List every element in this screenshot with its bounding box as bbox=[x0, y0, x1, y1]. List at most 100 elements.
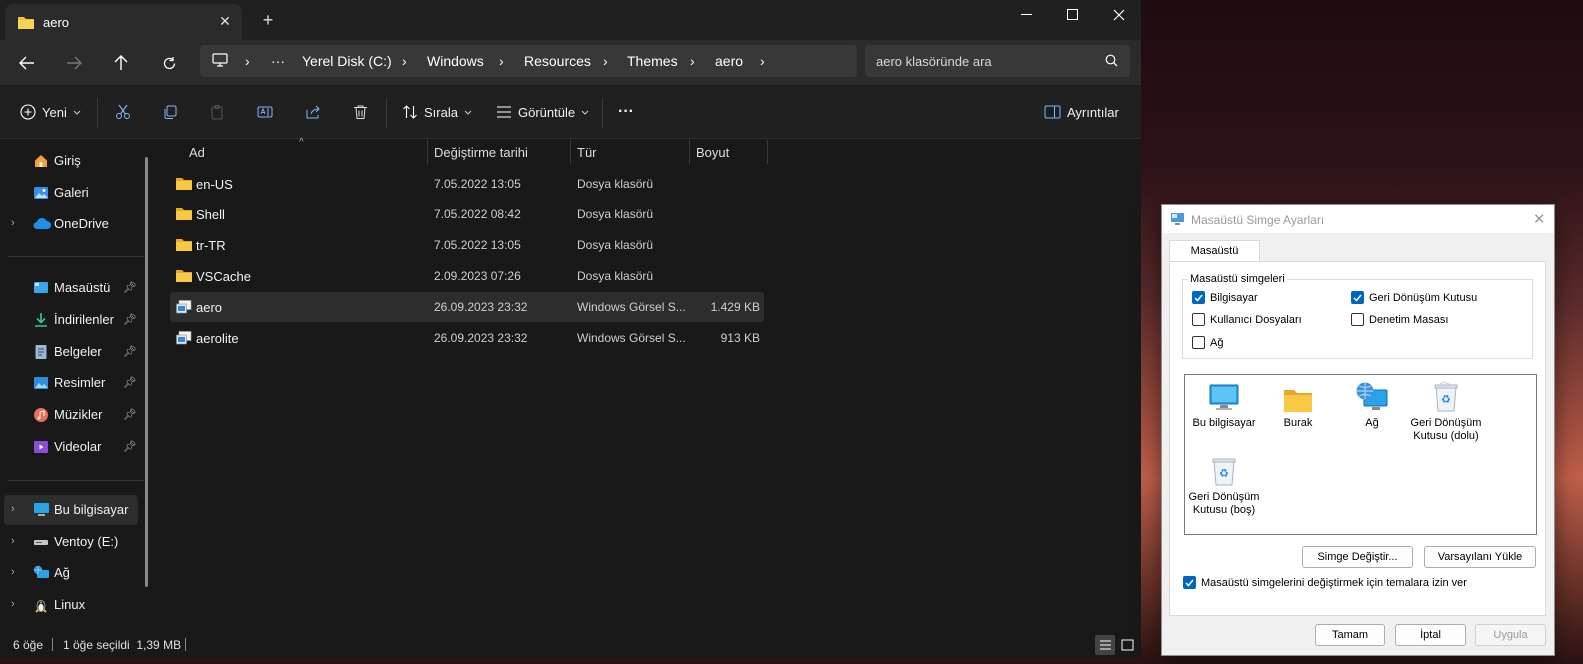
sidebar-item-music[interactable]: Müzikler 📌︎ bbox=[0, 400, 146, 430]
sidebar-item-desktop[interactable]: Masaüstü 📌︎ bbox=[0, 273, 146, 303]
icon-preview-list: Bu bilgisayar Burak Ağ ♻ Geri Dönüşüm Ku… bbox=[1184, 374, 1537, 535]
sidebar-item-onedrive[interactable]: › OneDrive bbox=[0, 209, 146, 239]
share-button[interactable] bbox=[305, 100, 321, 124]
file-row[interactable]: aerolite 26.09.2023 23:32 Windows Görsel… bbox=[170, 323, 764, 353]
sidebar-label: İndirilenler bbox=[54, 312, 114, 327]
sidebar-label: Belgeler bbox=[54, 344, 102, 359]
thumbnail-view-button[interactable] bbox=[1118, 635, 1136, 655]
sort-button[interactable]: Sırala bbox=[402, 100, 472, 124]
new-tab-button[interactable]: + bbox=[258, 10, 278, 30]
column-header-name[interactable]: Ad bbox=[189, 145, 205, 169]
back-button[interactable] bbox=[13, 50, 41, 76]
sidebar-item-pictures[interactable]: Resimler 📌︎ bbox=[0, 368, 146, 398]
file-name: en-US bbox=[196, 177, 233, 192]
details-pane-button[interactable]: Ayrıntılar bbox=[1044, 100, 1119, 124]
file-row[interactable]: en-US 7.05.2022 13:05 Dosya klasörü bbox=[170, 169, 764, 199]
chevron-right-icon[interactable]: › bbox=[11, 566, 15, 578]
column-divider[interactable] bbox=[570, 140, 571, 164]
icon-item-recycle-bin-full[interactable]: ♻ Geri Dönüşüm Kutusu (dolu) bbox=[1406, 379, 1486, 443]
sidebar-item-gallery[interactable]: Galeri bbox=[0, 178, 146, 208]
search-placeholder: aero klasöründe ara bbox=[876, 54, 992, 69]
minimize-button[interactable] bbox=[1004, 0, 1050, 30]
paste-button[interactable] bbox=[209, 100, 225, 124]
copy-button[interactable] bbox=[162, 100, 178, 124]
cancel-button[interactable]: İptal bbox=[1395, 624, 1466, 646]
sidebar-scrollbar[interactable] bbox=[145, 157, 148, 587]
breadcrumb-resources[interactable]: Resources bbox=[524, 53, 591, 69]
column-header-type[interactable]: Tür bbox=[577, 145, 597, 169]
sidebar-label: Galeri bbox=[54, 185, 89, 200]
sidebar-item-network[interactable]: › Ağ bbox=[0, 558, 146, 588]
close-tab-icon[interactable]: ✕ bbox=[216, 12, 234, 30]
column-header-date[interactable]: Değiştirme tarihi bbox=[434, 145, 528, 169]
sidebar-item-home[interactable]: Giriş bbox=[0, 146, 146, 176]
column-divider[interactable] bbox=[767, 140, 768, 164]
pin-icon[interactable]: 📌︎ bbox=[123, 345, 137, 358]
sidebar-item-this-pc[interactable]: › Bu bilgisayar bbox=[4, 495, 138, 525]
icon-item-this-pc[interactable]: Bu bilgisayar bbox=[1184, 379, 1264, 430]
file-row[interactable]: VSCache 2.09.2023 07:26 Dosya klasörü bbox=[170, 261, 764, 291]
pin-icon[interactable]: 📌︎ bbox=[123, 440, 137, 453]
chevron-right-icon[interactable]: › bbox=[11, 217, 15, 229]
view-button[interactable]: Görüntüle bbox=[496, 100, 589, 124]
delete-button[interactable] bbox=[353, 100, 368, 124]
column-divider[interactable] bbox=[689, 140, 690, 164]
apply-button[interactable]: Uygula bbox=[1475, 624, 1546, 646]
breadcrumb-windows[interactable]: Windows bbox=[427, 53, 484, 69]
breadcrumb-yerel-disk[interactable]: Yerel Disk (C:) bbox=[302, 53, 392, 69]
sidebar-label: Ağ bbox=[54, 565, 70, 580]
ok-button[interactable]: Tamam bbox=[1315, 624, 1385, 646]
checkbox-computer[interactable]: Bilgisayar bbox=[1192, 291, 1258, 304]
sidebar-item-documents[interactable]: Belgeler 📌︎ bbox=[0, 337, 146, 367]
details-view-button[interactable] bbox=[1095, 635, 1115, 655]
file-row-selected[interactable]: aero 26.09.2023 23:32 Windows Görsel S..… bbox=[170, 292, 764, 322]
file-row[interactable]: Shell 7.05.2022 08:42 Dosya klasörü bbox=[170, 199, 764, 229]
cut-button[interactable] bbox=[115, 100, 131, 124]
sidebar-item-ventoy[interactable]: › Ventoy (E:) bbox=[0, 527, 146, 557]
checkbox-user-files[interactable]: Kullanıcı Dosyaları bbox=[1192, 313, 1302, 326]
sidebar-item-downloads[interactable]: İndirilenler 📌︎ bbox=[0, 305, 146, 335]
sidebar-item-videos[interactable]: Videolar 📌︎ bbox=[0, 432, 146, 462]
tab-aero[interactable]: aero ✕ bbox=[5, 4, 242, 40]
linux-icon bbox=[33, 597, 49, 613]
column-header-size[interactable]: Boyut bbox=[696, 145, 729, 169]
up-button[interactable] bbox=[107, 50, 135, 76]
icon-item-recycle-bin-empty[interactable]: ♻ Geri Dönüşüm Kutusu (boş) bbox=[1184, 453, 1264, 517]
more-options-button[interactable]: ··· bbox=[618, 100, 634, 124]
forward-button[interactable] bbox=[60, 50, 88, 76]
breadcrumb-themes[interactable]: Themes bbox=[627, 53, 678, 69]
rename-button[interactable] bbox=[257, 100, 273, 124]
checkbox-network[interactable]: Ağ bbox=[1192, 336, 1223, 349]
pin-icon[interactable]: 📌︎ bbox=[123, 376, 137, 389]
maximize-button[interactable] bbox=[1050, 0, 1096, 30]
sidebar-item-linux[interactable]: › Linux bbox=[0, 590, 146, 620]
checkbox-allow-themes[interactable]: Masaüstü simgelerini değiştirmek için te… bbox=[1183, 576, 1467, 589]
pin-icon[interactable]: 📌︎ bbox=[123, 408, 137, 421]
search-box[interactable]: aero klasöründe ara bbox=[865, 45, 1130, 77]
search-icon[interactable] bbox=[1105, 54, 1118, 70]
checkbox-control-panel[interactable]: Denetim Masası bbox=[1351, 313, 1448, 326]
new-button[interactable]: Yeni bbox=[20, 100, 81, 124]
icon-item-user-folder[interactable]: Burak bbox=[1258, 379, 1338, 430]
sidebar-label: Ventoy (E:) bbox=[54, 534, 119, 549]
chevron-right-icon[interactable]: › bbox=[11, 535, 15, 547]
change-icon-button[interactable]: Simge Değiştir... bbox=[1302, 546, 1413, 568]
pin-icon[interactable]: 📌︎ bbox=[123, 313, 137, 326]
chevron-right-icon: › bbox=[760, 53, 765, 69]
column-divider[interactable] bbox=[427, 140, 428, 164]
checkbox-recycle-bin[interactable]: Geri Dönüşüm Kutusu bbox=[1351, 291, 1477, 304]
chevron-right-icon[interactable]: › bbox=[11, 503, 15, 515]
restore-default-button[interactable]: Varsayılanı Yükle bbox=[1424, 546, 1536, 568]
pin-icon[interactable]: 📌︎ bbox=[123, 281, 137, 294]
chevron-right-icon[interactable]: › bbox=[11, 598, 15, 610]
refresh-button[interactable] bbox=[155, 50, 183, 76]
address-bar[interactable]: › ··· Yerel Disk (C:) › Windows › Resour… bbox=[200, 45, 857, 77]
file-row[interactable]: tr-TR 7.05.2022 13:05 Dosya klasörü bbox=[170, 230, 764, 260]
icon-item-network[interactable]: Ağ bbox=[1332, 379, 1412, 430]
close-window-button[interactable] bbox=[1096, 0, 1142, 30]
breadcrumb-aero[interactable]: aero bbox=[715, 53, 743, 69]
chevron-down-icon bbox=[73, 110, 81, 115]
breadcrumb-overflow[interactable]: ··· bbox=[271, 53, 285, 69]
tab-desktop-icons[interactable]: Masaüstü Simgeleri bbox=[1169, 240, 1260, 278]
close-icon[interactable]: ✕ bbox=[1533, 210, 1546, 228]
